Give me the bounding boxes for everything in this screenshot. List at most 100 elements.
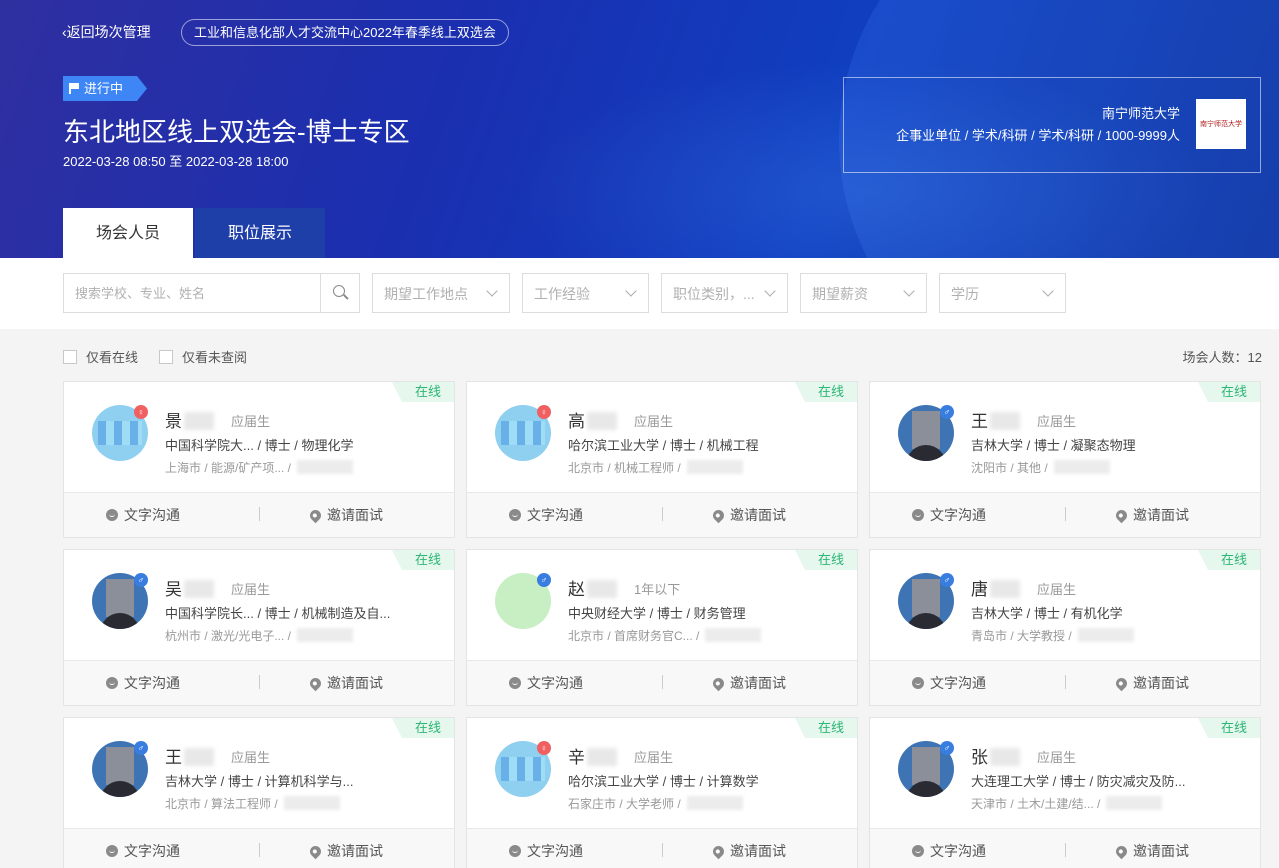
chevron-down-icon — [903, 285, 915, 297]
fair-name-pill[interactable]: 工业和信息化部人才交流中心2022年春季线上双选会 — [181, 19, 509, 46]
attendee-name[interactable]: 辛 — [568, 743, 617, 768]
attendee-name[interactable]: 赵 — [568, 575, 617, 600]
attendee-card[interactable]: 在线 ♀ 景 应届生 中国科学院大... / 博士 / 物理化学 上海市 / 能源/矿产项… — [63, 381, 455, 538]
tab-positions[interactable]: 职位展示 — [195, 208, 325, 258]
invite-interview-button[interactable]: 邀请面试 — [307, 661, 383, 705]
redacted-text — [990, 412, 1020, 430]
card-actions: 文字沟通 邀请面试 — [467, 660, 857, 705]
divider — [259, 843, 260, 857]
experience-tag: 应届生 — [231, 582, 271, 597]
redacted-text — [705, 628, 762, 642]
education-info: 中国科学院大... / 博士 / 物理化学 — [165, 438, 354, 453]
invite-interview-button[interactable]: 邀请面试 — [710, 661, 786, 705]
location-info: 北京市 / 机械工程师 / — [568, 459, 743, 476]
search-box — [63, 273, 360, 313]
location-pin-icon — [1113, 675, 1130, 692]
chat-button[interactable]: 文字沟通 — [106, 493, 180, 537]
attendee-name[interactable]: 吴 — [165, 575, 214, 600]
attendee-card[interactable]: 在线 ♂ 王 应届生 吉林大学 / 博士 / 凝聚态物理 沈阳市 / 其他 / 文字沟通 邀请… — [869, 381, 1261, 538]
invite-interview-button[interactable]: 邀请面试 — [1113, 493, 1189, 537]
attendee-count: 场会人数：12 — [1182, 350, 1262, 365]
card-actions: 文字沟通 邀请面试 — [467, 492, 857, 537]
select-job-category[interactable]: 职位类别，... — [661, 273, 788, 313]
attendee-name[interactable]: 唐 — [971, 575, 1020, 600]
location-pin-icon — [307, 843, 324, 860]
invite-interview-button[interactable]: 邀请面试 — [307, 829, 383, 868]
page-title: 东北地区线上双选会-博士专区 — [63, 117, 410, 147]
search-button[interactable] — [320, 274, 359, 312]
location-info: 北京市 / 算法工程师 / — [165, 795, 340, 812]
card-actions: 文字沟通 邀请面试 — [64, 828, 454, 868]
chat-button[interactable]: 文字沟通 — [509, 829, 583, 868]
company-card[interactable]: 南宁师范大学 企事业单位 / 学术/科研 / 学术/科研 / 1000-9999… — [843, 77, 1261, 173]
chat-icon — [912, 677, 924, 689]
divider — [1065, 675, 1066, 689]
location-info: 上海市 / 能源/矿产项... / — [165, 459, 354, 476]
chat-icon — [106, 677, 118, 689]
attendee-name[interactable]: 张 — [971, 743, 1020, 768]
chat-button[interactable]: 文字沟通 — [912, 829, 986, 868]
select-work-location[interactable]: 期望工作地点 — [372, 273, 510, 313]
redacted-text — [297, 628, 354, 642]
attendee-card[interactable]: 在线 ♂ 吴 应届生 中国科学院长... / 博士 / 机械制造及自... 杭州市 / 激… — [63, 549, 455, 706]
select-education[interactable]: 学历 — [939, 273, 1066, 313]
invite-interview-button[interactable]: 邀请面试 — [307, 493, 383, 537]
attendee-card[interactable]: 在线 ♀ 辛 应届生 哈尔滨工业大学 / 博士 / 计算数学 石家庄市 / 大学老师 / 文… — [466, 717, 858, 868]
attendee-name[interactable]: 高 — [568, 407, 617, 432]
online-only-checkbox[interactable]: 仅看在线 — [63, 347, 138, 366]
location-pin-icon — [1113, 507, 1130, 524]
search-input[interactable] — [64, 274, 321, 312]
experience-tag: 应届生 — [634, 414, 674, 429]
male-icon: ♂ — [537, 573, 551, 587]
attendee-card[interactable]: 在线 ♂ 王 应届生 吉林大学 / 博士 / 计算机科学与... 北京市 / 算法工程师 … — [63, 717, 455, 868]
checkbox-icon — [159, 350, 173, 364]
online-badge: 在线 — [1198, 382, 1260, 402]
back-button[interactable]: ‹返回场次管理 — [62, 22, 151, 42]
card-actions: 文字沟通 邀请面试 — [870, 828, 1260, 868]
select-salary[interactable]: 期望薪资 — [800, 273, 927, 313]
male-icon: ♂ — [940, 405, 954, 419]
chat-button[interactable]: 文字沟通 — [509, 493, 583, 537]
attendee-card[interactable]: 在线 ♂ 赵 1年以下 中央财经大学 / 博士 / 财务管理 北京市 / 首席财务官C..… — [466, 549, 858, 706]
online-badge: 在线 — [795, 550, 857, 570]
invite-interview-button[interactable]: 邀请面试 — [1113, 829, 1189, 868]
invite-interview-button[interactable]: 邀请面试 — [710, 829, 786, 868]
attendee-card[interactable]: 在线 ♂ 张 应届生 大连理工大学 / 博士 / 防灾减灾及防... 天津市 / 土木/土… — [869, 717, 1261, 868]
divider — [259, 507, 260, 521]
chat-icon — [106, 509, 118, 521]
card-actions: 文字沟通 邀请面试 — [64, 492, 454, 537]
education-info: 哈尔滨工业大学 / 博士 / 计算数学 — [568, 774, 759, 789]
chat-button[interactable]: 文字沟通 — [509, 661, 583, 705]
attendee-name[interactable]: 王 — [971, 407, 1020, 432]
chat-button[interactable]: 文字沟通 — [912, 493, 986, 537]
time-range: 2022-03-28 08:50 至 2022-03-28 18:00 — [63, 154, 289, 169]
tab-attendees[interactable]: 场会人员 — [63, 208, 193, 258]
chevron-down-icon — [625, 285, 637, 297]
attendee-card[interactable]: 在线 ♂ 唐 应届生 吉林大学 / 博士 / 有机化学 青岛市 / 大学教授 / 文字沟通 邀… — [869, 549, 1261, 706]
female-icon: ♀ — [134, 405, 148, 419]
chat-button[interactable]: 文字沟通 — [912, 661, 986, 705]
unviewed-only-checkbox[interactable]: 仅看未查阅 — [159, 347, 247, 366]
redacted-text — [1106, 796, 1163, 810]
attendee-card[interactable]: 在线 ♀ 高 应届生 哈尔滨工业大学 / 博士 / 机械工程 北京市 / 机械工程师 / 文… — [466, 381, 858, 538]
location-pin-icon — [1113, 843, 1130, 860]
education-info: 吉林大学 / 博士 / 凝聚态物理 — [971, 438, 1136, 453]
chat-button[interactable]: 文字沟通 — [106, 661, 180, 705]
male-icon: ♂ — [940, 573, 954, 587]
invite-interview-button[interactable]: 邀请面试 — [1113, 661, 1189, 705]
chat-button[interactable]: 文字沟通 — [106, 829, 180, 868]
attendee-name[interactable]: 王 — [165, 743, 214, 768]
invite-interview-button[interactable]: 邀请面试 — [710, 493, 786, 537]
education-info: 中国科学院长... / 博士 / 机械制造及自... — [165, 606, 391, 621]
attendee-name[interactable]: 景 — [165, 407, 214, 432]
chevron-down-icon — [764, 285, 776, 297]
experience-tag: 应届生 — [1037, 582, 1077, 597]
education-info: 吉林大学 / 博士 / 有机化学 — [971, 606, 1123, 621]
location-pin-icon — [710, 507, 727, 524]
select-experience[interactable]: 工作经验 — [522, 273, 649, 313]
online-badge: 在线 — [795, 718, 857, 738]
location-info: 杭州市 / 激光/光电子... / — [165, 627, 354, 644]
chevron-down-icon — [1042, 285, 1054, 297]
education-info: 中央财经大学 / 博士 / 财务管理 — [568, 606, 746, 621]
experience-tag: 应届生 — [634, 750, 674, 765]
